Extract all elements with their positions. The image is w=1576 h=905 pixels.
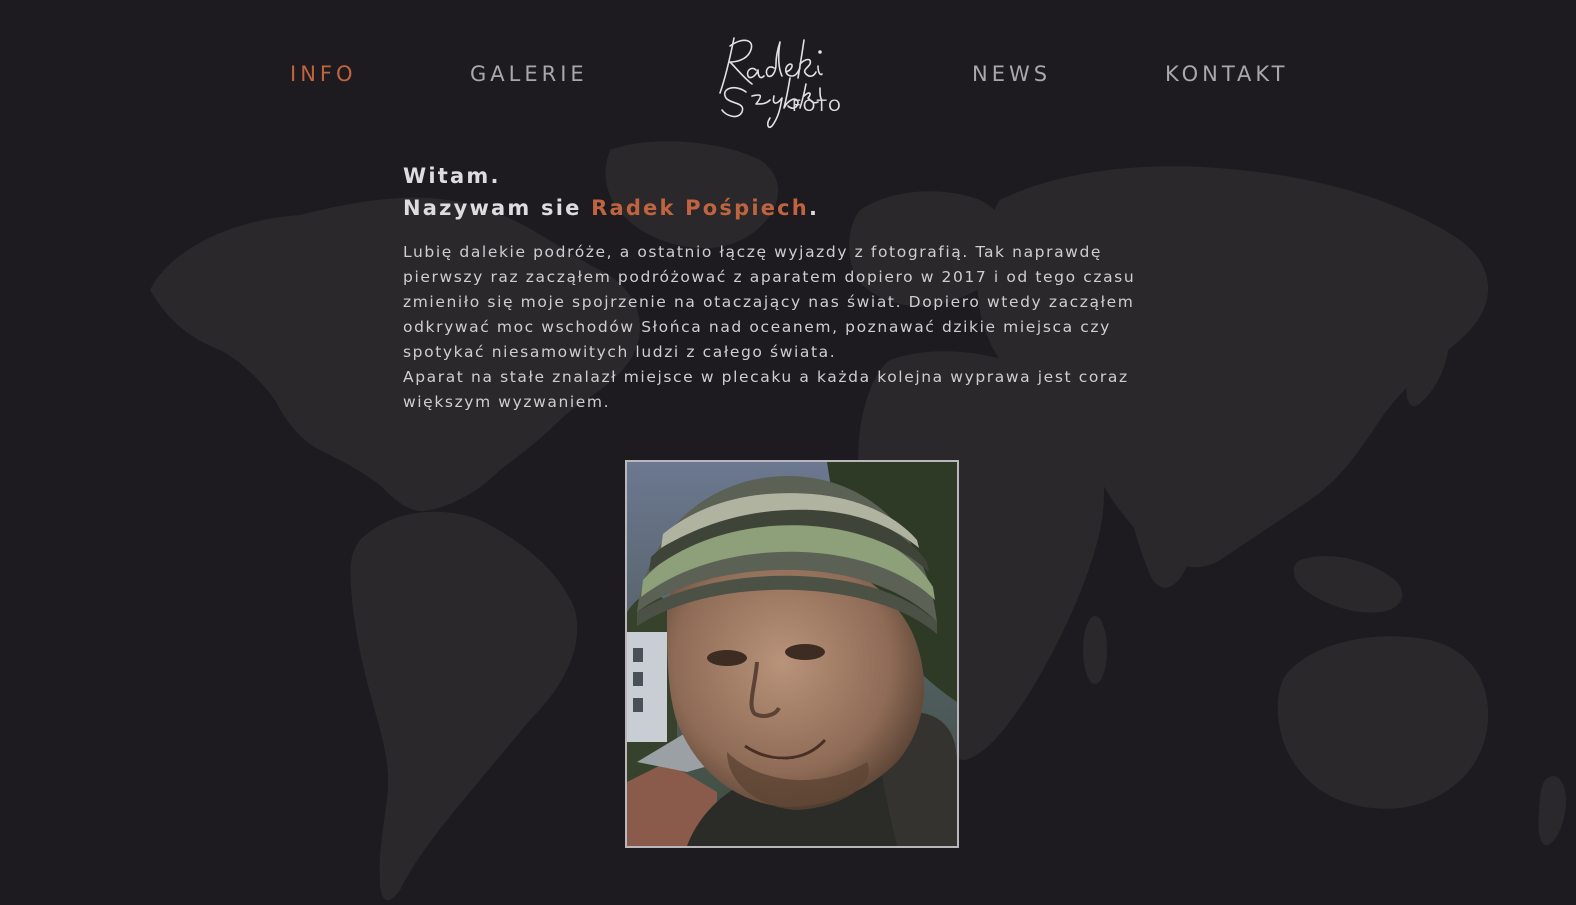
map-madagascar — [1083, 616, 1107, 684]
map-australia — [1277, 636, 1489, 809]
main-navigation: INFO GALERIE FOTO NEWS KONTAKT — [0, 0, 1576, 140]
map-new-zealand — [1538, 776, 1566, 846]
nav-link-kontakt[interactable]: KONTAKT — [1165, 62, 1288, 86]
portrait-image — [627, 462, 957, 846]
about-content: Witam. Nazywam sie Radek Pośpiech. Lubię… — [403, 160, 1183, 415]
bio-paragraph-1: Lubię dalekie podróże, a ostatnio łączę … — [403, 243, 1136, 361]
site-logo[interactable]: FOTO — [712, 18, 852, 130]
map-south-america — [350, 511, 578, 901]
nav-link-galerie[interactable]: GALERIE — [470, 62, 588, 86]
page: INFO GALERIE FOTO NEWS KONTAKT Witam. Na… — [0, 0, 1576, 905]
greeting-line-1: Witam. — [403, 164, 501, 188]
nav-link-info[interactable]: INFO — [290, 62, 357, 86]
portrait-photo — [625, 460, 959, 848]
bio-text: Lubię dalekie podróże, a ostatnio łączę … — [403, 240, 1183, 415]
bio-paragraph-2: Aparat na stałe znalazł miejsce w plecak… — [403, 368, 1129, 411]
map-southeast-asia — [1293, 556, 1403, 613]
logo-foto-label: FOTO — [792, 96, 843, 115]
author-name: Radek Pośpiech — [591, 196, 809, 220]
greeting-line-2-suffix: . — [808, 196, 820, 220]
nav-link-news[interactable]: NEWS — [972, 62, 1051, 86]
greeting-heading: Witam. Nazywam sie Radek Pośpiech. — [403, 160, 1183, 224]
greeting-line-2-prefix: Nazywam sie — [403, 196, 592, 220]
